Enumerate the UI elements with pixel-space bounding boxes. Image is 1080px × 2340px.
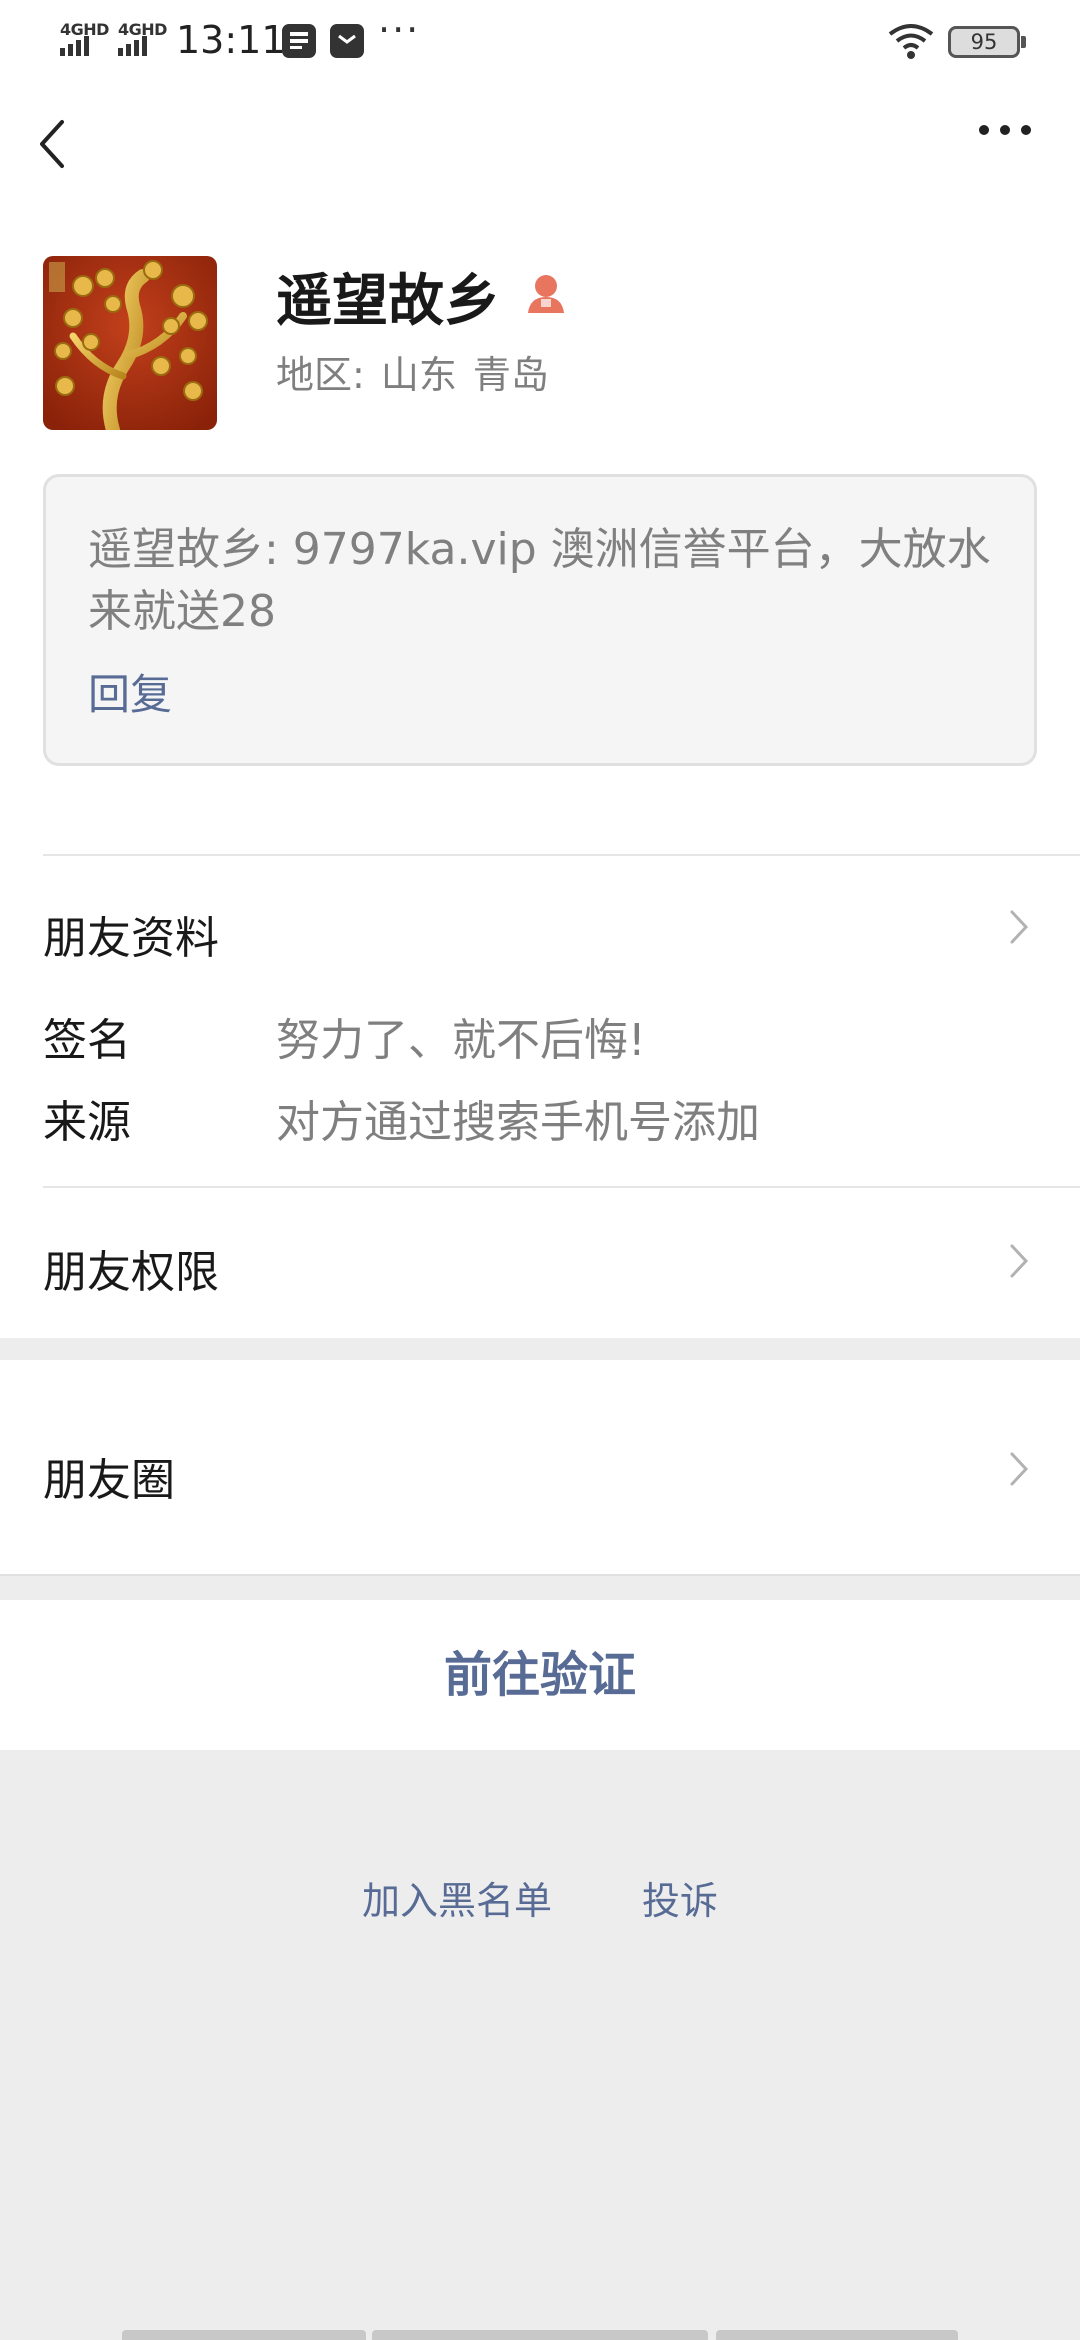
source-label: 来源	[43, 1097, 131, 1148]
wifi-icon	[888, 24, 934, 59]
chevron-right-icon	[1010, 1452, 1029, 1486]
friend-permissions-row[interactable]: 朋友权限	[0, 1188, 1080, 1338]
message-icon	[330, 24, 364, 58]
chevron-left-icon	[40, 120, 64, 168]
region-city: 青岛	[472, 353, 549, 397]
more-horizontal-icon	[979, 125, 1031, 135]
info-section: 朋友资料 签名 努力了、就不后悔! 来源 对方通过搜索手机号添加 朋友权限	[0, 854, 1080, 1338]
signature-value: 努力了、就不后悔!	[276, 1015, 646, 1066]
region-province: 山东	[380, 353, 457, 397]
home-indicator	[372, 2330, 708, 2340]
source-value: 对方通过搜索手机号添加	[276, 1097, 760, 1148]
verification-message: 遥望故乡: 9797ka.vip 澳洲信誉平台，大放水来就送28	[88, 524, 991, 637]
home-indicator	[716, 2330, 958, 2340]
report-link[interactable]: 投诉	[642, 1870, 718, 1925]
moments-row[interactable]: 朋友圈	[0, 1360, 1080, 1576]
chevron-right-icon	[1010, 910, 1029, 944]
region-info: 地区: 山东 青岛	[276, 344, 565, 399]
blacklist-link[interactable]: 加入黑名单	[362, 1870, 552, 1925]
avatar[interactable]	[43, 256, 217, 430]
sim-card-icon	[282, 24, 316, 58]
region-label: 地区:	[276, 353, 365, 397]
battery-icon: 95	[948, 26, 1026, 58]
friend-profile-label: 朋友资料	[43, 913, 219, 964]
profile-section: 遥望故乡 地区: 山东 青岛 遥望故乡: 9797ka.vip 澳洲信誉平台，大放水…	[0, 214, 1080, 854]
signature-label: 签名	[43, 1015, 131, 1066]
friend-permissions-label: 朋友权限	[43, 1247, 219, 1298]
verification-message-box: 遥望故乡: 9797ka.vip 澳洲信誉平台，大放水来就送28 回复	[43, 474, 1037, 766]
signal-strength-icon-1	[60, 36, 89, 56]
chevron-right-icon	[1010, 1244, 1029, 1278]
more-dots-icon: ···	[378, 8, 421, 52]
home-indicator	[122, 2330, 366, 2340]
back-button[interactable]	[30, 114, 90, 174]
nav-bar	[0, 84, 1080, 214]
status-bar: 4GHD 4GHD 13:11 ··· 95	[0, 0, 1080, 84]
female-person-icon	[528, 275, 564, 313]
moments-label: 朋友圈	[43, 1455, 175, 1506]
go-verify-button[interactable]: 前往验证	[0, 1600, 1080, 1750]
status-time: 13:11	[176, 18, 286, 62]
friend-profile-row[interactable]: 朋友资料	[0, 854, 1080, 974]
signal-strength-icon-2	[118, 36, 147, 56]
more-button[interactable]	[970, 114, 1040, 174]
nickname: 遥望故乡	[276, 269, 500, 334]
reply-link[interactable]: 回复	[88, 661, 172, 722]
